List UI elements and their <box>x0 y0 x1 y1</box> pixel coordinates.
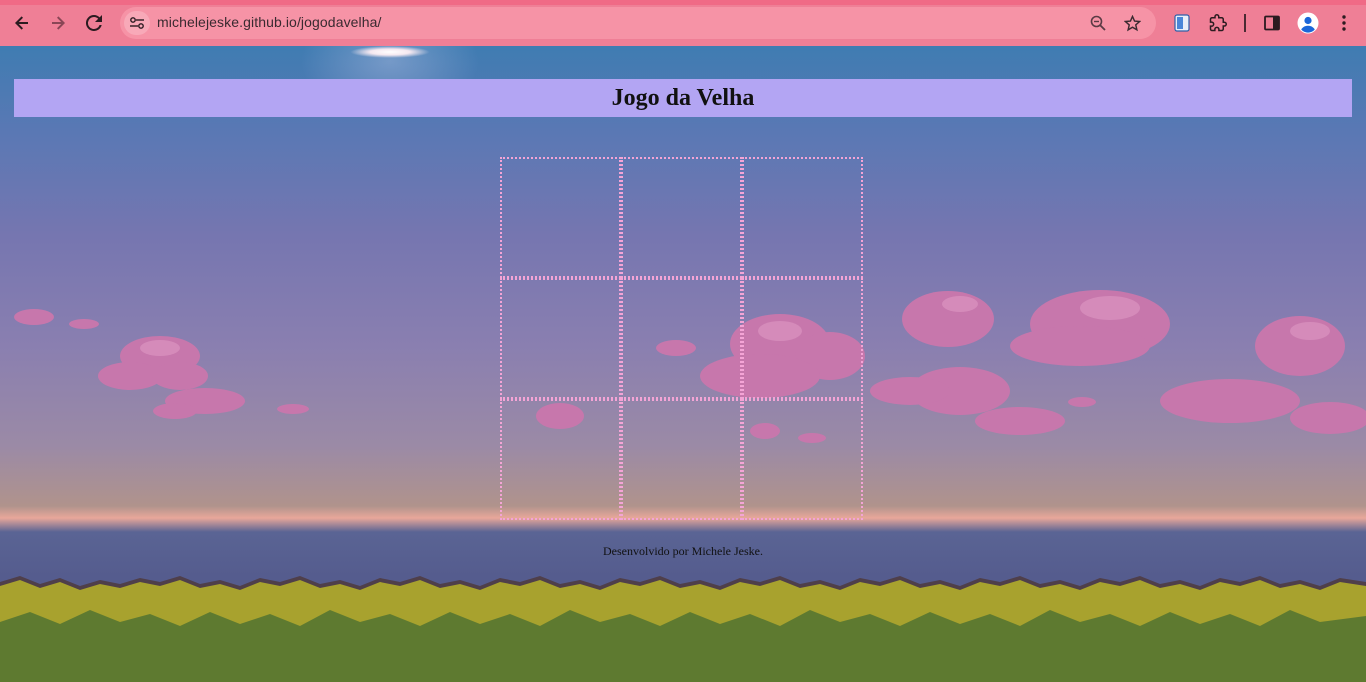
tic-tac-toe-board <box>500 157 863 520</box>
url-text[interactable]: michelejeske.github.io/jogodavelha/ <box>157 14 382 30</box>
footer-credit: Desenvolvido por Michele Jeske. <box>603 544 763 558</box>
board-cell-2[interactable] <box>621 157 742 278</box>
board-cell-9[interactable] <box>742 399 863 520</box>
side-panel-button[interactable] <box>1256 5 1288 41</box>
arrow-right-icon <box>52 16 65 30</box>
reload-button[interactable] <box>78 5 110 41</box>
arrow-left-icon <box>15 16 28 30</box>
browser-menu-button[interactable] <box>1328 5 1360 41</box>
back-button[interactable] <box>6 5 38 41</box>
board-cell-7[interactable] <box>500 399 621 520</box>
page-title: Jogo da Velha <box>611 84 755 111</box>
browser-toolbar: michelejeske.github.io/jogodavelha/ <box>0 0 1366 46</box>
site-info-button[interactable] <box>124 11 150 35</box>
toolbar-separator <box>1244 14 1246 32</box>
side-panel-icon <box>1264 15 1280 31</box>
zoom-icon <box>1090 15 1106 31</box>
tune-icon <box>130 17 144 29</box>
board-cell-6[interactable] <box>742 278 863 399</box>
reload-icon <box>86 15 102 31</box>
browser-window: michelejeske.github.io/jogodavelha/ Jogo… <box>0 0 1366 682</box>
board-cell-1[interactable] <box>500 157 621 278</box>
address-bar[interactable]: michelejeske.github.io/jogodavelha/ <box>120 7 1156 39</box>
profile-icon <box>1297 12 1319 34</box>
page-viewport: Jogo da Velha Desenvolvido por Michele J… <box>0 46 1366 682</box>
puzzle-icon <box>1209 14 1227 32</box>
star-icon <box>1123 14 1141 31</box>
board-cell-3[interactable] <box>742 157 863 278</box>
board-cell-8[interactable] <box>621 399 742 520</box>
bookmark-button[interactable] <box>1121 12 1143 34</box>
notes-extension-button[interactable] <box>1166 5 1198 41</box>
kebab-menu-icon <box>1342 15 1346 31</box>
notes-extension-icon <box>1174 14 1190 32</box>
pixel-grass <box>0 576 1366 682</box>
title-banner: Jogo da Velha <box>14 79 1352 117</box>
forward-button[interactable] <box>42 5 74 41</box>
zoom-button[interactable] <box>1087 12 1109 34</box>
board-cell-5[interactable] <box>621 278 742 399</box>
board-cell-4[interactable] <box>500 278 621 399</box>
extensions-button[interactable] <box>1202 5 1234 41</box>
profile-button[interactable] <box>1292 5 1324 41</box>
